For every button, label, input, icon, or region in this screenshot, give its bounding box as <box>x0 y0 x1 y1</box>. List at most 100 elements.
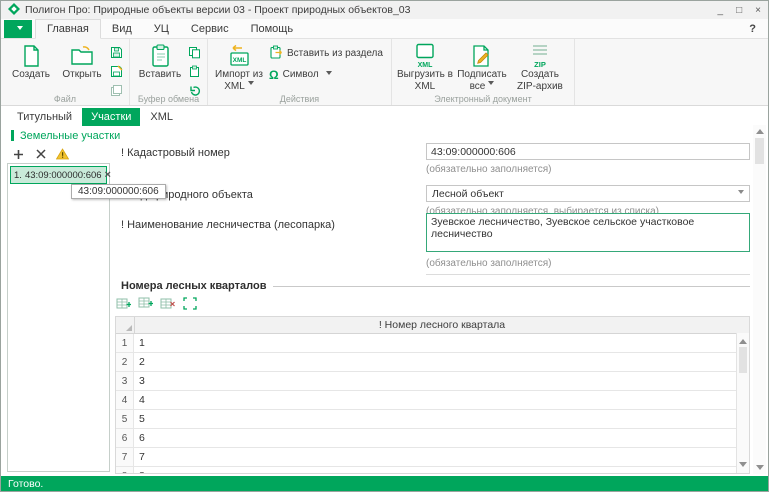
file-menu-button[interactable] <box>4 20 32 38</box>
select-all-cell[interactable] <box>116 317 135 333</box>
tab-pomosch[interactable]: Помощь <box>240 19 305 38</box>
export-xml-icon: XML <box>413 43 437 69</box>
object-type-value: Лесной объект <box>432 188 504 200</box>
group-edoc: XML Выгрузить в XML Подписать все ZIP Со… <box>392 39 575 105</box>
quarters-table: ! Номер лесного квартала 11 22 33 44 55 … <box>115 316 750 474</box>
open-button[interactable]: Открыть <box>57 41 107 81</box>
table-row: 88 <box>116 467 736 474</box>
zip-archive-icon: ZIP <box>528 43 552 69</box>
tab-glavnaya[interactable]: Главная <box>35 19 101 39</box>
group-label-file: Файл <box>1 94 129 104</box>
table-row: 22 <box>116 353 736 372</box>
table-scrollbar[interactable] <box>736 333 749 473</box>
quarters-toolbar <box>115 296 198 311</box>
content-area: 1. 43:09:000000:606 × 43:09:000000:606 !… <box>1 143 768 476</box>
copy-icon[interactable] <box>186 45 202 60</box>
warning-icon[interactable] <box>55 147 70 162</box>
close-icon[interactable]: × <box>755 5 761 16</box>
chevron-down-icon <box>738 190 744 197</box>
paste-special-icon[interactable] <box>186 64 202 79</box>
chevron-down-icon <box>326 71 332 78</box>
scroll-down-icon[interactable] <box>737 460 749 473</box>
section-accent-bar <box>11 130 14 141</box>
plot-form: ! Кадастровый номер (обязательно заполня… <box>113 143 752 476</box>
scroll-up-icon[interactable] <box>756 125 764 134</box>
tab-xml[interactable]: XML <box>141 108 182 126</box>
group-label-clipboard: Буфер обмена <box>130 94 207 104</box>
ribbon: Создать Открыть Файл Вставить <box>1 39 768 106</box>
close-icon[interactable]: × <box>105 170 111 181</box>
cadastral-note: (обязательно заполняется) <box>426 164 551 175</box>
clipboard-icon <box>149 43 172 69</box>
scrollbar-thumb[interactable] <box>739 347 747 373</box>
cadastral-tooltip: 43:09:000000:606 <box>71 184 166 199</box>
group-file: Создать Открыть Файл <box>1 39 130 105</box>
object-type-select[interactable]: Лесной объект <box>426 185 750 202</box>
create-zip-button[interactable]: ZIP Создать ZIP-архив <box>511 41 569 93</box>
minimize-icon[interactable]: _ <box>718 5 724 16</box>
zip-label: ZIP <box>534 60 546 69</box>
forestry-name-textarea[interactable]: Зуевское лесничество, Зуевское сельское … <box>426 213 750 252</box>
list-item-plot-1[interactable]: 1. 43:09:000000:606 × <box>10 166 107 184</box>
table-delete-row-icon[interactable] <box>159 296 176 311</box>
plots-toolbar <box>7 145 110 163</box>
scroll-down-icon[interactable] <box>756 465 764 474</box>
table-row: 77 <box>116 448 736 467</box>
forestry-name-label: ! Наименование лесничества (лесопарка) <box>121 219 335 231</box>
table-insert-row-icon[interactable] <box>137 296 154 311</box>
chevron-down-icon <box>248 81 254 88</box>
paste-button[interactable]: Вставить <box>135 41 185 81</box>
help-icon[interactable]: ? <box>737 19 768 38</box>
forestry-name-note: (обязательно заполняется) <box>426 258 551 269</box>
import-xml-button[interactable]: XML Импорт из XML <box>213 41 265 93</box>
export-xml-button[interactable]: XML Выгрузить в XML <box>397 41 453 93</box>
paste-from-section-button[interactable]: Вставить из раздела <box>266 44 386 63</box>
group-actions: XML Импорт из XML Вставить из раздела Ω … <box>208 39 392 105</box>
column-header: ! Номер лесного квартала <box>135 317 749 333</box>
tab-uchastki[interactable]: Участки <box>82 108 140 126</box>
tab-titulny[interactable]: Титульный <box>8 108 81 126</box>
field-separator <box>426 274 750 275</box>
scrollbar-thumb[interactable] <box>755 138 764 164</box>
tab-uc[interactable]: УЦ <box>143 19 180 38</box>
table-row: 55 <box>116 410 736 429</box>
table-row: 11 <box>116 334 736 353</box>
title-bar: Полигон Про: Природные объекты версии 03… <box>1 1 768 19</box>
tab-vid[interactable]: Вид <box>101 19 143 38</box>
import-xml-icon: XML <box>226 43 252 69</box>
table-add-row-icon[interactable] <box>115 296 132 311</box>
page-scrollbar[interactable] <box>753 125 766 474</box>
group-label-actions: Действия <box>208 94 391 104</box>
delete-plot-button[interactable] <box>33 147 48 162</box>
table-fit-icon[interactable] <box>181 296 198 311</box>
maximize-icon[interactable]: □ <box>736 5 742 16</box>
status-bar: Готово. <box>1 476 768 491</box>
table-header-row: ! Номер лесного квартала <box>116 317 749 334</box>
chevron-down-icon <box>488 81 494 88</box>
plots-list: 1. 43:09:000000:606 × <box>7 163 110 472</box>
plot-index: 1. <box>14 170 22 181</box>
omega-icon: Ω <box>269 69 279 81</box>
app-logo-icon <box>8 3 20 18</box>
cadastral-number-input[interactable] <box>426 143 750 160</box>
open-folder-icon <box>70 43 94 69</box>
sign-all-button[interactable]: Подписать все <box>454 41 510 93</box>
scroll-up-icon[interactable] <box>737 333 749 346</box>
ribbon-tab-bar: Главная Вид УЦ Сервис Помощь ? <box>1 19 768 39</box>
save-as-icon[interactable] <box>108 64 124 79</box>
plot-cadastral-number: 43:09:000000:606 <box>25 170 102 181</box>
tab-servis[interactable]: Сервис <box>180 19 240 38</box>
quarters-title: Номера лесных кварталов <box>121 280 266 292</box>
cadastral-label: ! Кадастровый номер <box>121 147 230 159</box>
window-title: Полигон Про: Природные объекты версии 03… <box>25 4 410 16</box>
symbol-button[interactable]: Ω Символ <box>266 65 386 84</box>
add-plot-button[interactable] <box>11 147 26 162</box>
group-clipboard: Вставить Буфер обмена <box>130 39 208 105</box>
save-icon[interactable] <box>108 45 124 60</box>
quarters-title-rule <box>273 286 750 287</box>
table-row: 66 <box>116 429 736 448</box>
new-document-icon <box>20 43 43 69</box>
table-row: 44 <box>116 391 736 410</box>
sign-document-icon <box>470 43 494 69</box>
create-button[interactable]: Создать <box>6 41 56 81</box>
